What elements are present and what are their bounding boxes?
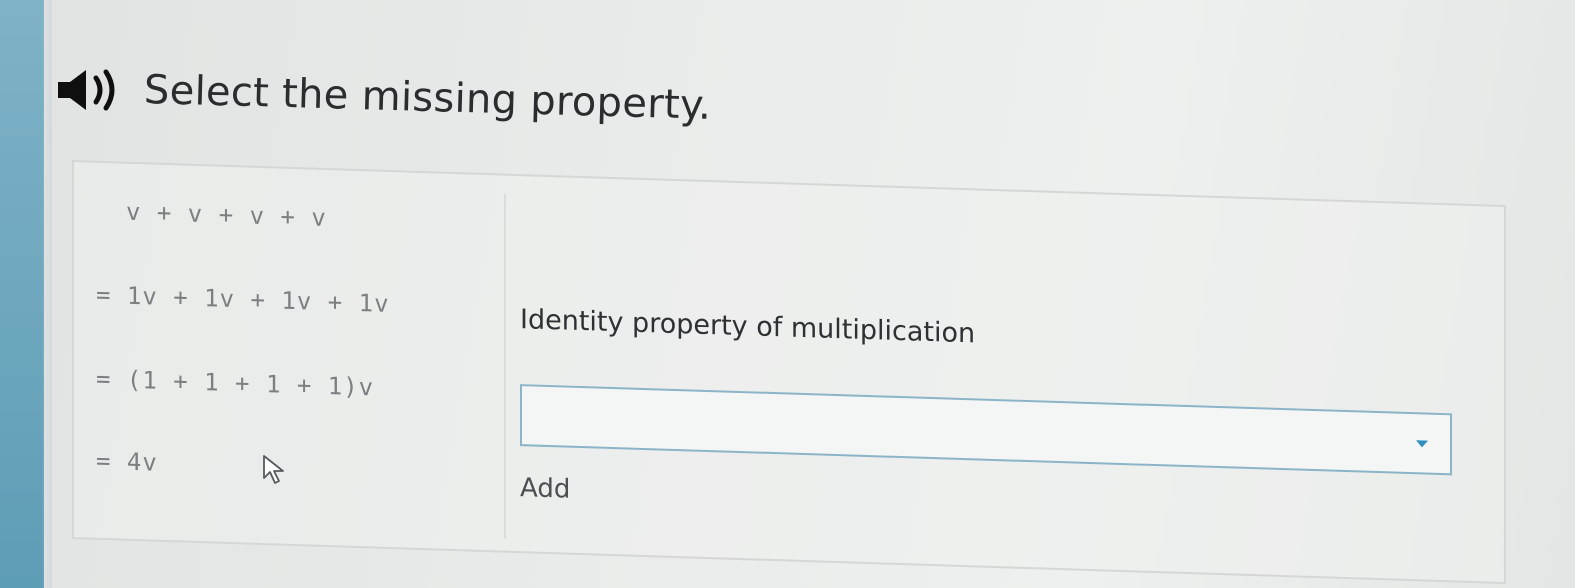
left-panel-edge: [0, 0, 52, 588]
speaker-icon: [58, 69, 115, 111]
add-button[interactable]: Add: [520, 473, 570, 505]
column-divider: [504, 193, 506, 539]
question-header: Select the missing property.: [52, 62, 712, 129]
mouse-pointer-icon: [263, 455, 284, 484]
caret-down-icon: [1416, 440, 1428, 448]
step-expression-1: v + v + v + v: [126, 197, 327, 233]
property-dropdown[interactable]: [520, 384, 1452, 476]
step-expression-2: = 1v + 1v + 1v + 1v: [96, 280, 390, 318]
step-expression-4: = 4v: [96, 446, 158, 477]
step-expression-3: = (1 + 1 + 1 + 1)v: [96, 364, 375, 402]
speaker-button[interactable]: [52, 62, 132, 118]
step-reason-2: Identity property of multiplication: [520, 304, 976, 350]
problem-table: v + v + v + v = 1v + 1v + 1v + 1v Identi…: [72, 160, 1506, 585]
question-prompt: Select the missing property.: [143, 67, 712, 129]
